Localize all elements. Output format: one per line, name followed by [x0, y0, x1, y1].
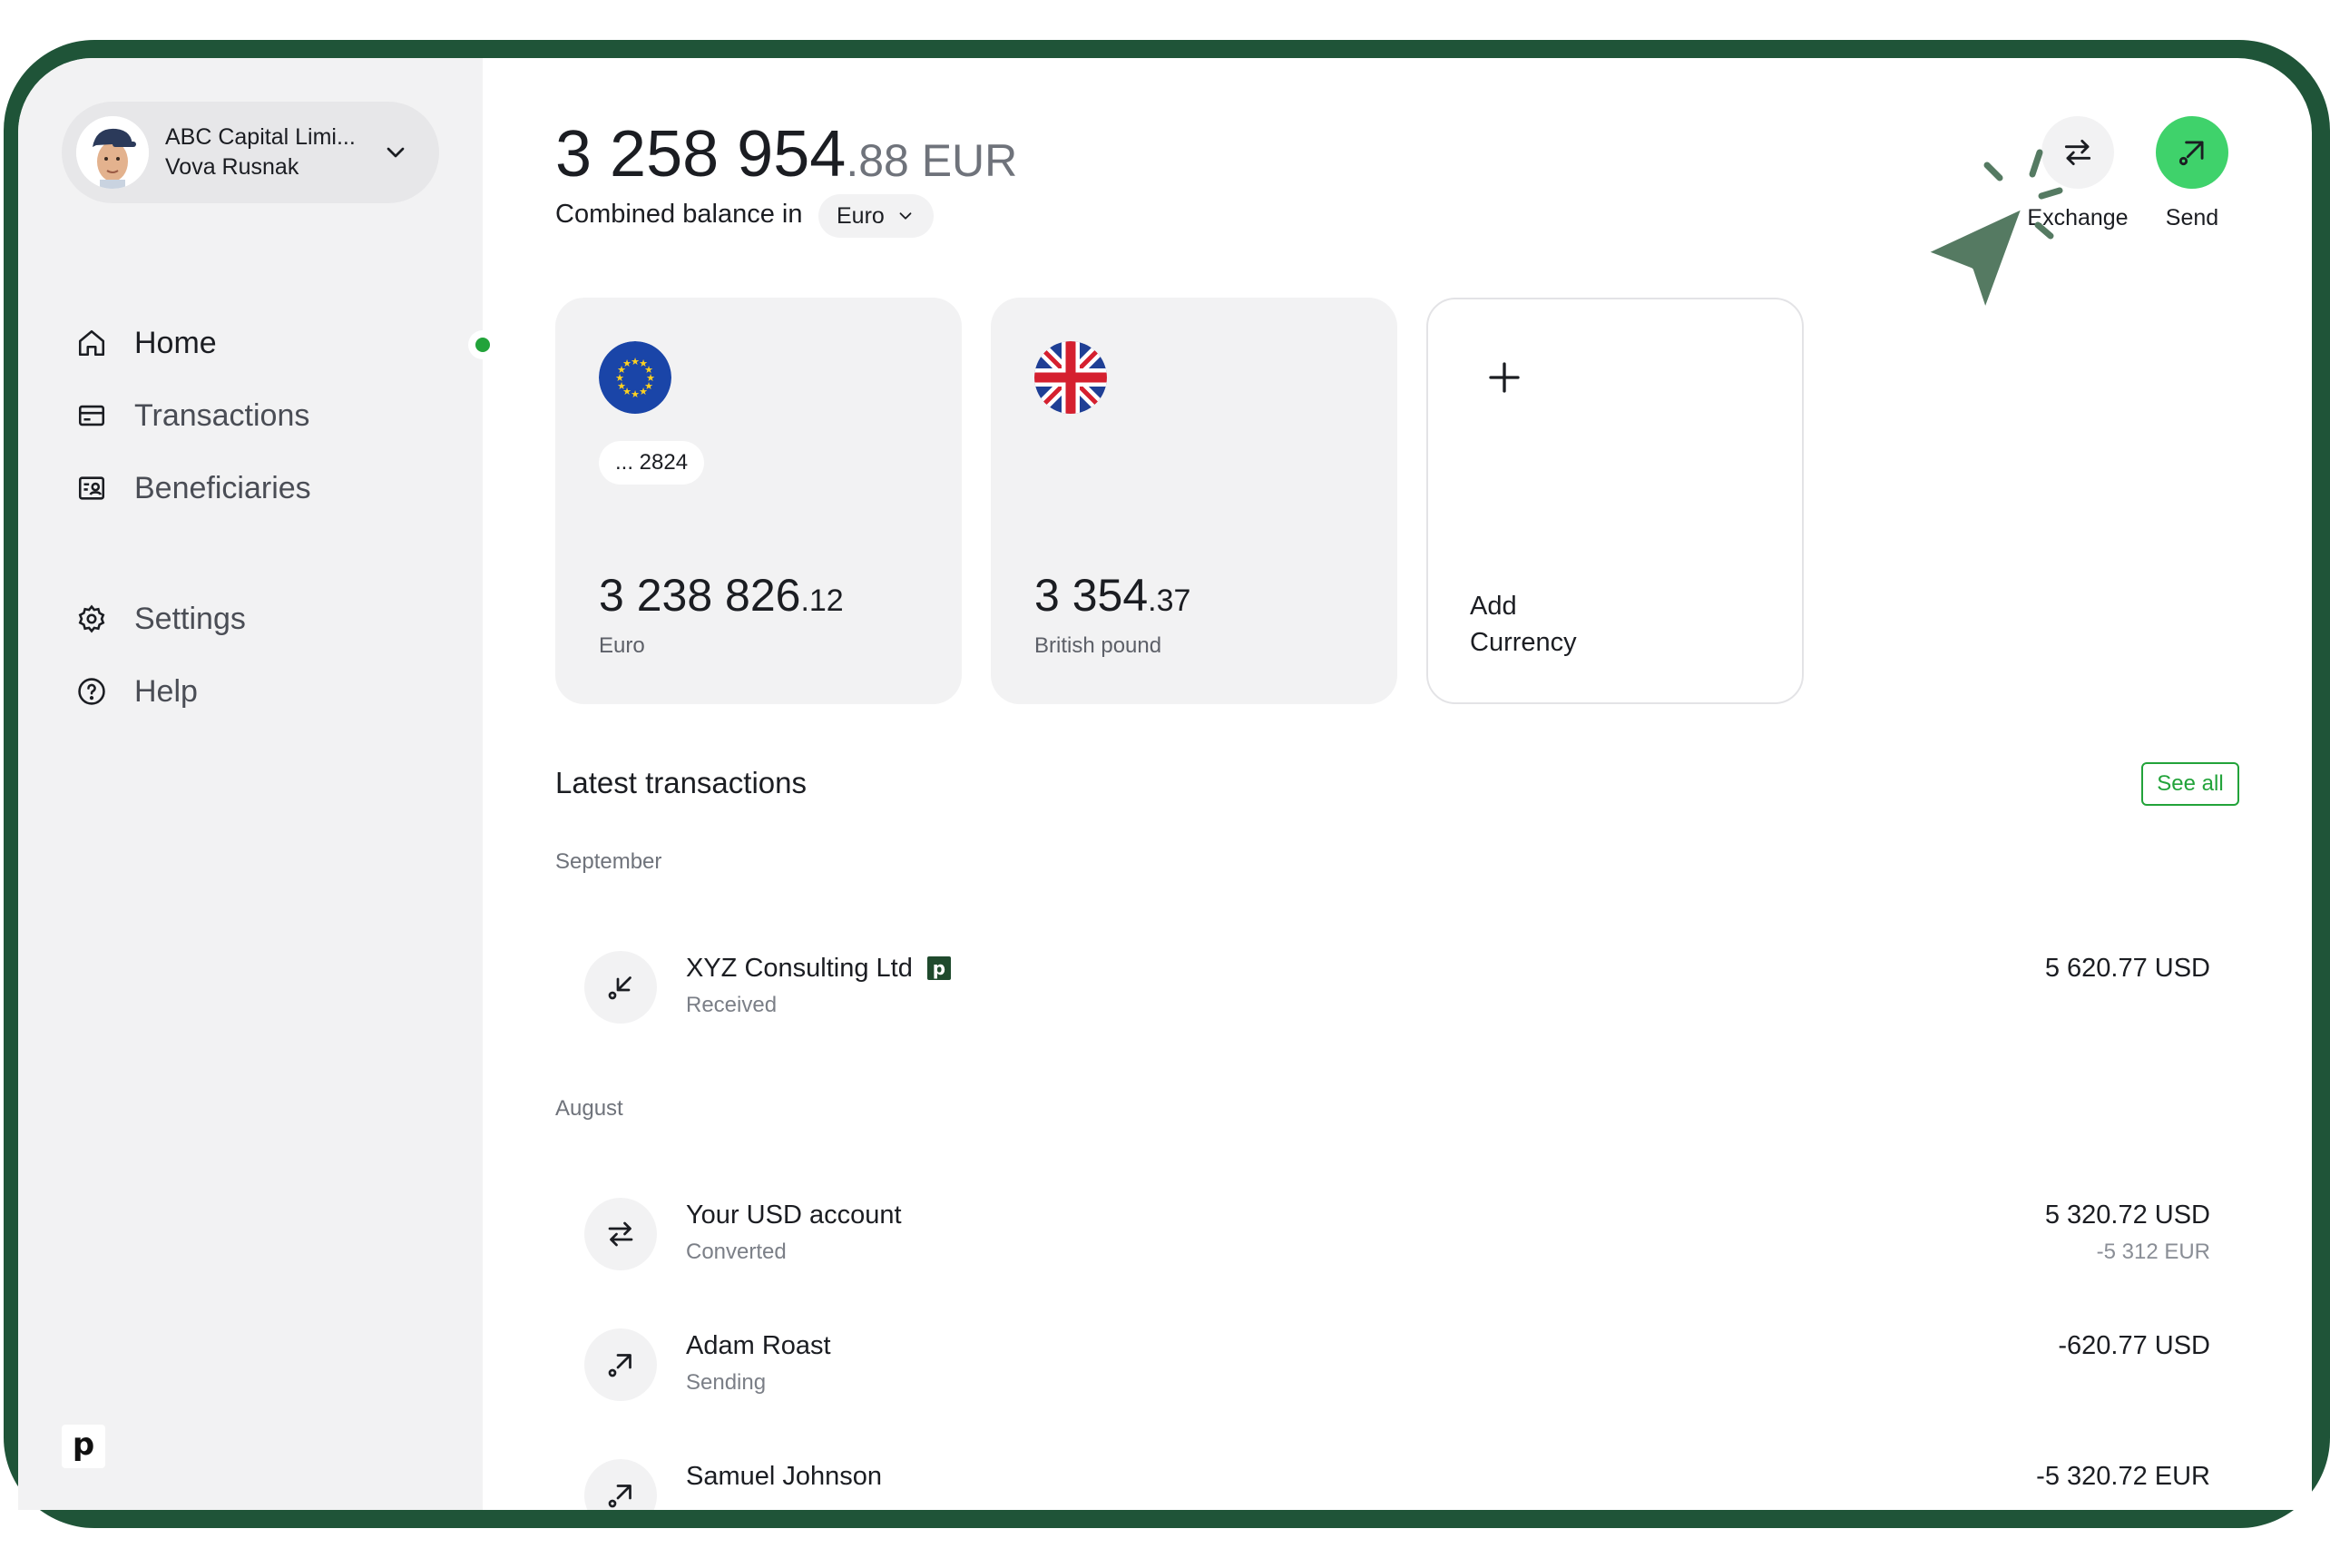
sidebar-item-label: Home: [134, 325, 217, 360]
send-button[interactable]: Send: [2147, 116, 2237, 231]
chevron-down-icon: [387, 147, 405, 158]
currency-select-value: Euro: [837, 203, 885, 229]
transaction-name: XYZ Consulting Ltd p: [686, 951, 951, 985]
svg-text:★: ★: [622, 358, 631, 369]
combined-balance-label: Combined balance in: [555, 200, 803, 229]
sidebar-item-help[interactable]: Help: [18, 664, 483, 719]
transaction-status: Received: [686, 993, 778, 1017]
card-icon: [78, 405, 105, 426]
provider-badge: p: [926, 956, 951, 980]
transaction-amount: -5 320.72 EUR: [2036, 1462, 2210, 1491]
card-currency-name: British pound: [1034, 633, 1162, 658]
transaction-status: Converted: [686, 1240, 787, 1264]
sidebar-item-label: Transactions: [134, 397, 310, 433]
arrow-up-right-icon: [2178, 141, 2204, 166]
sidebar-item-settings[interactable]: Settings: [18, 592, 483, 646]
arrow-up-right-icon: [608, 1354, 631, 1377]
transaction-name: Samuel Johnson: [686, 1462, 883, 1491]
account-company: ABC Capital Limi...: [165, 124, 356, 150]
account-user: Vova Rusnak: [165, 154, 299, 180]
card-amount: 3 354.37: [1034, 570, 1191, 621]
transaction-icon-wrap: [584, 1459, 657, 1510]
svg-text:★: ★: [639, 386, 648, 397]
transaction-status: Sending: [686, 1370, 767, 1395]
brand-logo: p: [62, 1425, 105, 1468]
transaction-icon-wrap: [584, 951, 657, 1024]
transaction-row[interactable]: XYZ Consulting Ltd p Received 5 620.77 US…: [584, 951, 2239, 1031]
transaction-row[interactable]: Samuel Johnson -5 320.72 EUR: [584, 1459, 2239, 1510]
help-icon: [78, 678, 105, 705]
transaction-amount: 5 320.72 USD: [2044, 1200, 2210, 1230]
currency-select[interactable]: Euro: [818, 194, 934, 238]
transaction-amount: -620.77 USD: [2058, 1331, 2210, 1360]
svg-text:★: ★: [631, 388, 640, 400]
contact-card-icon: [78, 476, 105, 500]
exchange-icon: [608, 1221, 633, 1247]
arrow-up-right-icon: [608, 1485, 631, 1508]
sidebar-item-home[interactable]: Home: [18, 316, 483, 370]
sidebar-item-transactions[interactable]: Transactions: [18, 388, 483, 443]
add-currency-label: Add Currency: [1470, 588, 1577, 661]
arrow-down-left-icon: [608, 976, 631, 1000]
transaction-name-text: XYZ Consulting Ltd: [686, 954, 913, 983]
currency-card-gbp[interactable]: 3 354.37 British pound: [991, 298, 1397, 704]
sidebar: ABC Capital Limi... Vova Rusnak Home Tra…: [18, 58, 483, 1510]
uk-flag-icon: [1034, 341, 1107, 414]
add-currency-card[interactable]: Add Currency: [1426, 298, 1804, 704]
transaction-row[interactable]: Your USD account Converted 5 320.72 USD …: [584, 1198, 2239, 1278]
send-label: Send: [2165, 205, 2219, 230]
sidebar-item-beneficiaries[interactable]: Beneficiaries: [18, 461, 483, 515]
plus-icon: [1489, 362, 1520, 393]
card-amount: 3 238 826.12: [599, 570, 844, 621]
add-currency-line2: Currency: [1470, 628, 1577, 657]
gear-icon: [78, 604, 105, 633]
sidebar-item-label: Settings: [134, 601, 246, 636]
eu-flag-icon: ★ ★ ★ ★ ★ ★ ★ ★ ★ ★ ★ ★: [599, 341, 671, 414]
card-currency-name: Euro: [599, 633, 645, 658]
active-indicator-dot: [468, 330, 497, 359]
month-heading: August: [555, 1096, 623, 1121]
currency-card-eur[interactable]: ★ ★ ★ ★ ★ ★ ★ ★ ★ ★ ★ ★ ... 2824 3 238 826.12 Eu…: [555, 298, 962, 704]
account-switcher[interactable]: ABC Capital Limi... Vova Rusnak: [62, 102, 439, 203]
add-currency-line1: Add: [1470, 592, 1517, 621]
transaction-icon-wrap: [584, 1198, 657, 1270]
chevron-down-icon: [899, 212, 912, 220]
avatar: [76, 116, 149, 189]
month-heading: September: [555, 849, 662, 874]
transaction-amount: 5 620.77 USD: [2044, 954, 2210, 983]
app-window: ABC Capital Limi... Vova Rusnak Home Tra…: [18, 58, 2312, 1510]
transactions-title: Latest transactions: [555, 766, 807, 799]
sidebar-item-label: Beneficiaries: [134, 470, 311, 505]
see-all-button[interactable]: See all: [2141, 762, 2239, 806]
transaction-icon-wrap: [584, 1328, 657, 1401]
transaction-name: Your USD account: [686, 1200, 902, 1230]
total-balance: 3 258 954.88 EUR: [555, 118, 1018, 191]
account-number-tag: ... 2824: [599, 441, 705, 485]
cursor-pointer-icon: [1921, 149, 2063, 317]
transaction-name: Adam Roast: [686, 1331, 831, 1360]
sidebar-item-label: Help: [134, 673, 198, 709]
home-icon: [78, 329, 105, 357]
transaction-sub-amount: -5 312 EUR: [2096, 1240, 2210, 1264]
transaction-row[interactable]: Adam Roast Sending -620.77 USD: [584, 1328, 2239, 1408]
